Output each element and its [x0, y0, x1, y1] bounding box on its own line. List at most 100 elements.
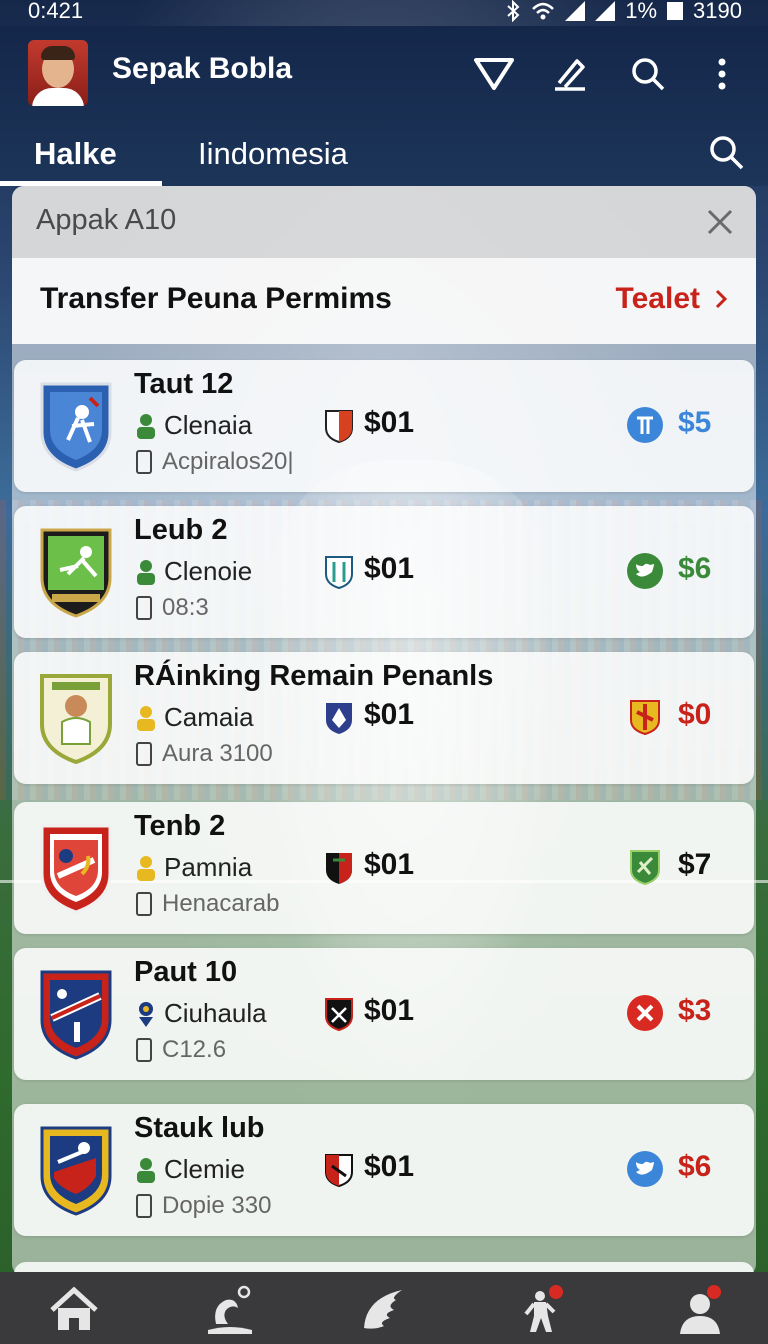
player-icon[interactable]: [516, 1284, 572, 1336]
shield-icon: [326, 853, 352, 884]
card-sub-label: Camaia: [164, 702, 254, 732]
card-meta-label: Acpiralos20|: [162, 448, 294, 475]
card-sub-label: Clenaia: [164, 410, 253, 440]
shield-icon: [325, 998, 353, 1032]
person-icon: [137, 413, 155, 439]
shield-icon: [630, 850, 660, 886]
club-crest-icon: [40, 382, 112, 472]
device-icon: [136, 450, 152, 474]
battery-icon: [667, 2, 684, 20]
card-price: $5: [678, 406, 712, 439]
more-icon[interactable]: [700, 52, 744, 96]
card-position: Ciuhaula: [136, 998, 267, 1029]
device-icon: [136, 596, 152, 620]
club-crest-icon: [40, 970, 112, 1060]
search-icon[interactable]: [626, 52, 670, 96]
person-icon: [137, 705, 155, 731]
circle-badge-icon: [627, 407, 663, 443]
device-icon: [136, 892, 152, 916]
player-card[interactable]: RÁinking Remain Penanls Camaia Aura 3100…: [14, 652, 754, 784]
player-card[interactable]: Paut 10 Ciuhaula C12.6 $01 $3: [14, 948, 754, 1080]
card-meta: Acpiralos20|: [136, 448, 294, 476]
signal-icon: [565, 1, 586, 21]
tab-indonesia[interactable]: Iindomesia: [198, 122, 348, 186]
section-title: Transfer Peuna Permims: [40, 282, 392, 315]
card-value: $01: [364, 994, 415, 1027]
card-value: $01: [364, 406, 415, 439]
player-card[interactable]: Tenb 2 Pamnia Henacarab $01 $7: [14, 802, 754, 934]
card-position: Clemie: [136, 1154, 245, 1185]
panel-header: Appak A10: [12, 186, 756, 258]
see-all-link[interactable]: Tealet: [616, 282, 728, 316]
card-title: RÁinking Remain Penanls: [134, 660, 494, 692]
see-all-label: Tealet: [615, 282, 700, 315]
club-crest-icon: [40, 824, 112, 914]
club-crest-icon: [40, 674, 112, 764]
status-time: 0:421: [28, 0, 84, 23]
card-sub-label: Pamnia: [164, 852, 253, 882]
wing-icon[interactable]: [356, 1284, 412, 1336]
card-value: $01: [364, 698, 415, 731]
card-title: Stauk lub: [134, 1112, 265, 1144]
profile-icon[interactable]: [674, 1284, 730, 1336]
card-sub-label: Clemie: [164, 1154, 245, 1184]
player-card[interactable]: Leub 2 Clenoie 08:3 $01 $6: [14, 506, 754, 638]
card-meta-label: C12.6: [162, 1036, 227, 1063]
card-meta: Aura 3100: [136, 740, 273, 768]
card-price: $6: [678, 552, 712, 585]
card-position: Clenaia: [136, 410, 252, 441]
shield-icon: [325, 410, 353, 444]
app-title: Sepak Bobla: [112, 52, 293, 85]
bottom-nav: [0, 1272, 768, 1344]
panel-title: Appak A10: [36, 204, 177, 236]
transfer-panel: Appak A10 Transfer Peuna Permims Tealet …: [12, 186, 756, 1282]
shield-icon: [326, 703, 352, 734]
shield-icon: [630, 700, 660, 736]
card-meta-label: Aura 3100: [162, 740, 273, 767]
card-price: $3: [678, 994, 712, 1027]
device-icon: [136, 742, 152, 766]
card-position: Pamnia: [136, 852, 252, 883]
player-card[interactable]: Stauk lub Clemie Dopie 330 $01 $6: [14, 1104, 754, 1236]
filter-icon[interactable]: [472, 52, 516, 96]
edit-icon[interactable]: [548, 52, 592, 96]
home-icon[interactable]: [46, 1284, 102, 1336]
card-meta-label: Dopie 330: [162, 1192, 272, 1219]
card-value: $01: [364, 848, 415, 881]
card-meta: C12.6: [136, 1036, 226, 1064]
tab-bar: Halke Iindomesia: [0, 122, 768, 186]
signal-icon-2: [595, 1, 616, 21]
status-icons: 1% 3190: [505, 0, 742, 24]
tab-halke[interactable]: Halke: [34, 122, 117, 186]
device-icon: [136, 1038, 152, 1062]
ball-icon[interactable]: [202, 1284, 258, 1336]
card-meta-label: Henacarab: [162, 890, 280, 917]
battery-percent: 1%: [625, 0, 658, 23]
card-meta: Dopie 330: [136, 1192, 271, 1220]
person-icon: [137, 1157, 155, 1183]
player-card[interactable]: Taut 12 Clenaia Acpiralos20| $01 $5: [14, 360, 754, 492]
bird-icon: [627, 1151, 663, 1187]
card-sub-label: Clenoie: [164, 556, 253, 586]
card-price: $6: [678, 1150, 712, 1183]
card-meta: 08:3: [136, 594, 209, 622]
shield-icon: [325, 556, 353, 590]
club-crest-icon: [40, 1126, 112, 1216]
crest-small-icon: [139, 1001, 153, 1027]
section-header: Transfer Peuna Permims Tealet: [12, 258, 756, 344]
card-price: $7: [678, 848, 712, 881]
chevron-right-icon: [715, 289, 728, 309]
person-icon: [137, 855, 155, 881]
card-price: $0: [678, 698, 712, 731]
avatar[interactable]: [28, 40, 88, 106]
bluetooth-icon: [507, 0, 520, 22]
card-position: Camaia: [136, 702, 254, 733]
tab-search-icon[interactable]: [706, 132, 746, 172]
club-crest-icon: [40, 528, 112, 618]
wifi-icon: [532, 2, 555, 20]
card-title: Paut 10: [134, 956, 238, 988]
close-icon[interactable]: [704, 206, 736, 238]
device-icon: [136, 1194, 152, 1218]
app-bar: Sepak Bobla Halke Iindomesia: [0, 26, 768, 186]
card-position: Clenoie: [136, 556, 252, 587]
